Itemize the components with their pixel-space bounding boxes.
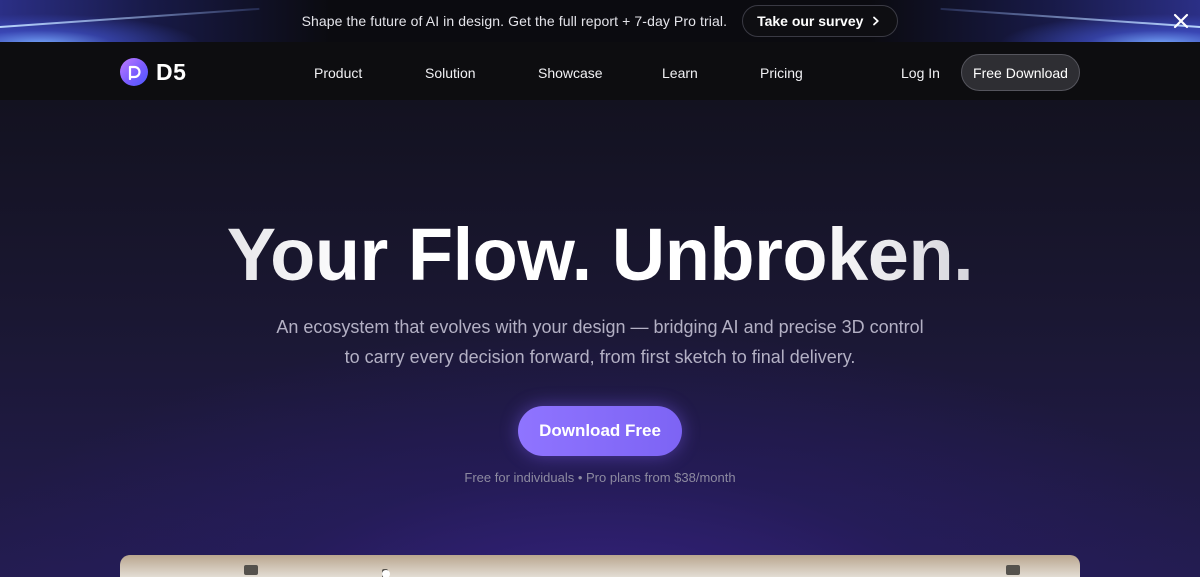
nav-item-product[interactable]: Product (314, 65, 362, 81)
logo-wordmark: D5 (156, 58, 187, 85)
announcement-glow-left (0, 0, 330, 42)
download-free-button[interactable]: Download Free (518, 406, 682, 456)
take-survey-label: Take our survey (757, 13, 864, 29)
d5-logo[interactable]: D5 (120, 58, 186, 86)
ceiling-fixture (1006, 565, 1020, 575)
login-link[interactable]: Log In (901, 65, 940, 81)
close-icon[interactable] (1172, 12, 1190, 30)
ceiling-light (382, 570, 390, 577)
pricing-note: Free for individuals • Pro plans from $3… (464, 470, 736, 485)
take-survey-button[interactable]: Take our survey (742, 5, 899, 37)
main-nav: D5 Product Solution Showcase Learn Prici… (0, 42, 1200, 100)
free-download-button[interactable]: Free Download (961, 54, 1080, 91)
product-preview-image (120, 555, 1080, 577)
chevron-right-icon (873, 16, 880, 26)
announcement-message: Shape the future of AI in design. Get th… (301, 13, 728, 29)
announcement-glow-right (870, 0, 1200, 42)
nav-item-pricing[interactable]: Pricing (760, 65, 803, 81)
announcement-bar: Shape the future of AI in design. Get th… (0, 0, 1200, 42)
nav-item-learn[interactable]: Learn (662, 65, 698, 81)
ceiling-fixture (244, 565, 258, 575)
d5-logo-icon (120, 58, 148, 86)
hero-subhead-line-2: to carry every decision forward, from fi… (344, 347, 856, 367)
hero-subhead-line-1: An ecosystem that evolves with your desi… (276, 317, 924, 337)
hero-section: Your Flow. Unbroken. An ecosystem that e… (0, 100, 1200, 577)
nav-item-showcase[interactable]: Showcase (538, 65, 603, 81)
hero-headline: Your Flow. Unbroken. (0, 212, 1200, 298)
nav-item-solution[interactable]: Solution (425, 65, 476, 81)
hero-subhead: An ecosystem that evolves with your desi… (230, 312, 970, 372)
